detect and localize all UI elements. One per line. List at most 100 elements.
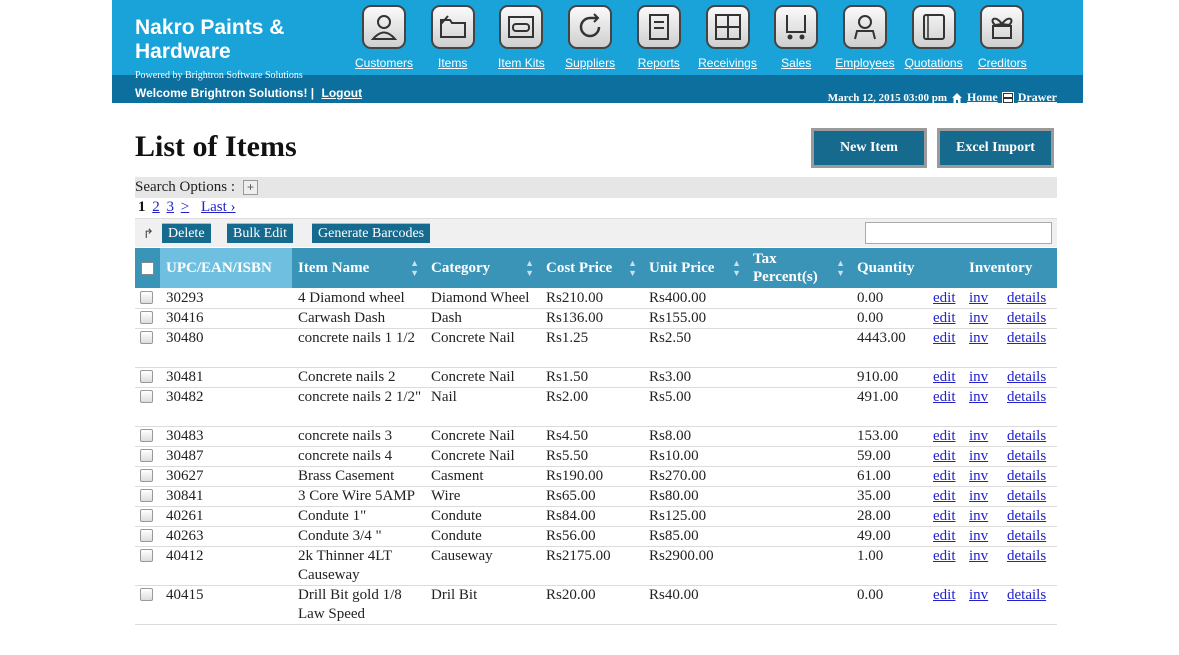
row-checkbox[interactable] xyxy=(140,449,153,462)
nav-creditors[interactable]: Creditors xyxy=(967,5,1037,70)
edit-link[interactable]: edit xyxy=(933,427,956,446)
nav-suppliers[interactable]: Suppliers xyxy=(555,5,625,70)
edit-link[interactable]: edit xyxy=(933,368,956,387)
details-link[interactable]: details xyxy=(1007,507,1046,526)
details-link[interactable]: details xyxy=(1007,447,1046,466)
details-link[interactable]: details xyxy=(1007,527,1046,546)
nav-receivings[interactable]: Receivings xyxy=(693,5,763,70)
row-checkbox[interactable] xyxy=(140,489,153,502)
delete-button[interactable]: Delete xyxy=(162,223,211,243)
inv-link[interactable]: inv xyxy=(969,447,988,466)
details-link[interactable]: details xyxy=(1007,388,1046,407)
row-checkbox[interactable] xyxy=(140,390,153,403)
nav-item-kits[interactable]: Item Kits xyxy=(486,5,556,70)
details-link[interactable]: details xyxy=(1007,309,1046,328)
excel-import-button[interactable]: Excel Import xyxy=(937,128,1054,168)
logout-link[interactable]: Logout xyxy=(321,86,362,100)
row-checkbox[interactable] xyxy=(140,429,153,442)
row-checkbox[interactable] xyxy=(140,370,153,383)
nav-employees[interactable]: Employees xyxy=(830,5,900,70)
row-checkbox[interactable] xyxy=(140,529,153,542)
details-link[interactable]: details xyxy=(1007,427,1046,446)
col-tax[interactable]: Tax Percent(s) ▲ ▼ xyxy=(747,248,851,288)
edit-link[interactable]: edit xyxy=(933,388,956,407)
generate-barcodes-button[interactable]: Generate Barcodes xyxy=(312,223,431,243)
nav-icon-box[interactable] xyxy=(705,5,750,49)
details-link[interactable]: details xyxy=(1007,329,1046,348)
col-quantity[interactable]: Quantity xyxy=(851,248,941,288)
details-link[interactable]: details xyxy=(1007,586,1046,605)
row-checkbox[interactable] xyxy=(140,311,153,324)
nav-sales[interactable]: Sales xyxy=(761,5,831,70)
edit-link[interactable]: edit xyxy=(933,447,956,466)
nav-label[interactable]: Quotations xyxy=(899,56,969,70)
edit-link[interactable]: edit xyxy=(933,507,956,526)
nav-icon-box[interactable] xyxy=(362,5,406,49)
page-link-2[interactable]: 2 xyxy=(152,199,160,215)
nav-label[interactable]: Reports xyxy=(624,56,694,70)
inv-link[interactable]: inv xyxy=(969,487,988,506)
details-link[interactable]: details xyxy=(1007,368,1046,387)
nav-icon-box[interactable] xyxy=(911,5,956,49)
inv-link[interactable]: inv xyxy=(969,329,988,348)
select-all-checkbox[interactable] xyxy=(141,261,154,275)
edit-link[interactable]: edit xyxy=(933,467,956,486)
nav-label[interactable]: Receivings xyxy=(693,56,763,70)
edit-link[interactable]: edit xyxy=(933,289,956,308)
nav-label[interactable]: Creditors xyxy=(967,56,1037,70)
nav-icon-box[interactable] xyxy=(568,5,613,49)
nav-label[interactable]: Items xyxy=(418,56,488,70)
nav-label[interactable]: Employees xyxy=(830,56,900,70)
inv-link[interactable]: inv xyxy=(969,467,988,486)
nav-reports[interactable]: Reports xyxy=(624,5,694,70)
row-checkbox[interactable] xyxy=(140,509,153,522)
new-item-button[interactable]: New Item xyxy=(811,128,927,168)
drawer-link[interactable]: Drawer xyxy=(1018,90,1057,105)
nav-icon-box[interactable] xyxy=(980,5,1025,49)
col-unit-price[interactable]: Unit Price ▲ ▼ xyxy=(643,248,747,288)
row-checkbox[interactable] xyxy=(140,469,153,482)
nav-label[interactable]: Customers xyxy=(349,56,419,70)
expand-plus-icon[interactable]: + xyxy=(242,180,258,196)
edit-link[interactable]: edit xyxy=(933,329,956,348)
bulk-edit-button[interactable]: Bulk Edit xyxy=(227,223,294,243)
row-checkbox[interactable] xyxy=(140,291,153,304)
nav-label[interactable]: Sales xyxy=(761,56,831,70)
row-checkbox[interactable] xyxy=(140,549,153,562)
inv-link[interactable]: inv xyxy=(969,388,988,407)
nav-icon-box[interactable] xyxy=(636,5,681,49)
col-category[interactable]: Category ▲ ▼ xyxy=(425,248,540,288)
inv-link[interactable]: inv xyxy=(969,368,988,387)
inv-link[interactable]: inv xyxy=(969,547,988,566)
page-link-3[interactable]: 3 xyxy=(167,199,175,215)
nav-customers[interactable]: Customers xyxy=(349,5,419,70)
nav-label[interactable]: Item Kits xyxy=(486,56,556,70)
col-item-name[interactable]: Item Name ▲ ▼ xyxy=(292,248,425,288)
edit-link[interactable]: edit xyxy=(933,487,956,506)
col-upc[interactable]: UPC/EAN/ISBN xyxy=(160,248,292,288)
nav-items[interactable]: Items xyxy=(418,5,488,70)
row-checkbox[interactable] xyxy=(140,331,153,344)
inv-link[interactable]: inv xyxy=(969,427,988,446)
edit-link[interactable]: edit xyxy=(933,527,956,546)
inv-link[interactable]: inv xyxy=(969,309,988,328)
inv-link[interactable]: inv xyxy=(969,586,988,605)
page-last-link[interactable]: Last › xyxy=(201,199,236,215)
search-input[interactable] xyxy=(865,222,1052,244)
details-link[interactable]: details xyxy=(1007,289,1046,308)
edit-link[interactable]: edit xyxy=(933,547,956,566)
details-link[interactable]: details xyxy=(1007,487,1046,506)
home-link[interactable]: Home xyxy=(967,90,998,105)
inv-link[interactable]: inv xyxy=(969,289,988,308)
row-checkbox[interactable] xyxy=(140,588,153,601)
inv-link[interactable]: inv xyxy=(969,527,988,546)
inv-link[interactable]: inv xyxy=(969,507,988,526)
nav-icon-box[interactable] xyxy=(774,5,819,49)
nav-icon-box[interactable] xyxy=(430,5,475,49)
nav-label[interactable]: Suppliers xyxy=(555,56,625,70)
details-link[interactable]: details xyxy=(1007,467,1046,486)
details-link[interactable]: details xyxy=(1007,547,1046,566)
edit-link[interactable]: edit xyxy=(933,309,956,328)
edit-link[interactable]: edit xyxy=(933,586,956,605)
nav-icon-box[interactable] xyxy=(842,5,887,49)
